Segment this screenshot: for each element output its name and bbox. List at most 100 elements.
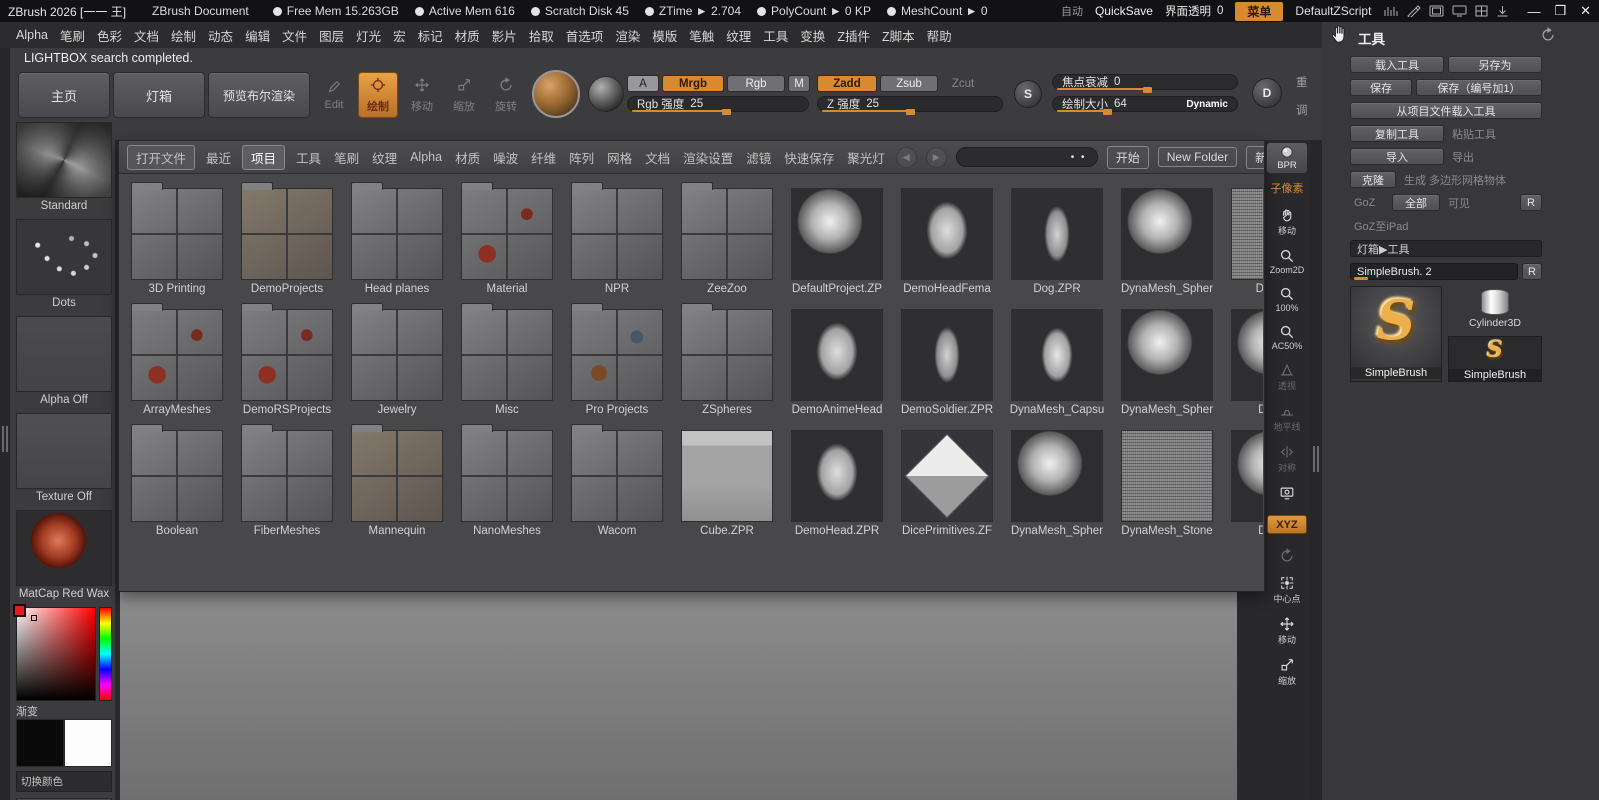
menu-item-帮助[interactable]: 帮助: [921, 23, 958, 48]
secondary-material-sphere[interactable]: [588, 76, 624, 112]
main-color-swatch[interactable]: [16, 719, 64, 767]
save-numbered-button[interactable]: 保存（编号加1）: [1416, 79, 1542, 96]
local-view-button[interactable]: [1265, 482, 1309, 504]
goz-button[interactable]: GoZ: [1350, 194, 1388, 211]
mrgb-mode-button[interactable]: Mrgb: [662, 75, 724, 92]
rgb-mode-button[interactable]: Rgb: [727, 75, 785, 92]
menu-item-纹理[interactable]: 纹理: [720, 23, 757, 48]
lightbox-item[interactable]: DefaultProject.ZP: [785, 181, 889, 302]
ui-transparency-slider[interactable]: 界面透明 0: [1165, 3, 1223, 19]
download-icon[interactable]: [1496, 5, 1509, 17]
clone-button[interactable]: 克隆: [1350, 171, 1396, 188]
secondary-color-swatch[interactable]: [64, 719, 112, 767]
lightbox-item[interactable]: DynaMesh_Capsu: [1005, 302, 1109, 423]
quicksave-button[interactable]: QuickSave: [1095, 4, 1153, 18]
lightbox-to-tool-button[interactable]: 灯箱▶工具: [1350, 240, 1542, 257]
actual-size-button[interactable]: 100%: [1265, 283, 1309, 316]
lightbox-item[interactable]: Jewelry: [345, 302, 449, 423]
lightbox-item[interactable]: DynaMesh_Spher: [1005, 423, 1109, 544]
saturation-value-square[interactable]: [16, 607, 96, 701]
close-button[interactable]: ✕: [1580, 3, 1591, 19]
floor-grid-button[interactable]: 地平线: [1265, 400, 1309, 436]
scale-mode-button[interactable]: 缩放: [444, 72, 484, 118]
lightbox-item[interactable]: DynaMesh_Spher: [1115, 302, 1219, 423]
menu-item-模版[interactable]: 模版: [646, 23, 683, 48]
lightbox-item[interactable]: ZSpheres: [675, 302, 779, 423]
xyz-button[interactable]: XYZ: [1267, 515, 1307, 534]
lightbox-tab-渲染设置[interactable]: 渲染设置: [681, 146, 735, 169]
tool-r-button[interactable]: R: [1522, 263, 1542, 280]
pressure-bars-icon[interactable]: [1383, 5, 1399, 17]
lightbox-item[interactable]: Misc: [455, 302, 559, 423]
lightbox-tab-噪波[interactable]: 噪波: [491, 146, 520, 169]
load-tool-button[interactable]: 载入工具: [1350, 56, 1444, 73]
edit-button[interactable]: Edit: [316, 72, 352, 118]
brush-thumbnail[interactable]: [16, 122, 112, 198]
lightbox-tab-项目[interactable]: 项目: [242, 145, 285, 170]
lightbox-tab-笔刷[interactable]: 笔刷: [332, 146, 361, 169]
symmetry-button[interactable]: 对称: [1265, 441, 1309, 477]
zadd-button[interactable]: Zadd: [817, 75, 877, 92]
new-folder-button[interactable]: New Folder: [1158, 147, 1237, 167]
focal-shift-slider[interactable]: 焦点衰减 0: [1052, 74, 1238, 90]
center-point-button[interactable]: 中心点: [1265, 572, 1309, 608]
scroll-canvas-button[interactable]: 移动: [1265, 204, 1309, 240]
paste-tool-button[interactable]: 粘贴工具: [1448, 125, 1542, 142]
lightbox-item[interactable]: DemoRSProjects: [235, 302, 339, 423]
lightbox-tab-工具[interactable]: 工具: [294, 146, 323, 169]
lightbox-item[interactable]: NPR: [565, 181, 669, 302]
lightbox-item[interactable]: NanoMeshes: [455, 423, 559, 544]
menu-item-宏[interactable]: 宏: [387, 23, 412, 48]
active-tool-thumbnail[interactable]: S SimpleBrush: [1350, 286, 1442, 382]
simplebrush-tool[interactable]: S SimpleBrush: [1448, 336, 1542, 382]
hue-strip[interactable]: [99, 607, 112, 701]
menu-item-文件[interactable]: 文件: [276, 23, 313, 48]
lightbox-tab-滤镜[interactable]: 滤镜: [744, 146, 773, 169]
lightbox-item[interactable]: FiberMeshes: [235, 423, 339, 544]
rgb-intensity-slider[interactable]: Rgb 强度 25: [627, 96, 809, 112]
lightbox-item[interactable]: Cube.ZPR: [675, 423, 779, 544]
lightbox-item[interactable]: DemoSoldier.ZPR: [895, 302, 999, 423]
lightbox-item[interactable]: Boolean: [125, 423, 229, 544]
next-page-icon[interactable]: ▶: [926, 147, 947, 168]
alpha-thumbnail[interactable]: [16, 316, 112, 392]
lightbox-item[interactable]: Wacom: [565, 423, 669, 544]
lightbox-tab-聚光灯[interactable]: 聚光灯: [845, 146, 887, 169]
default-zscript-button[interactable]: DefaultZScript: [1295, 4, 1371, 18]
zoom2d-button[interactable]: Zoom2D: [1265, 245, 1309, 278]
lightbox-tab-纹理[interactable]: 纹理: [370, 146, 399, 169]
alpha-selector[interactable]: Alpha Off: [14, 316, 114, 406]
m-mode-button[interactable]: M: [788, 75, 810, 92]
menu-item-标记[interactable]: 标记: [412, 23, 449, 48]
lightbox-item[interactable]: DynaW: [1225, 302, 1263, 423]
menu-item-拾取[interactable]: 拾取: [523, 23, 560, 48]
texture-thumbnail[interactable]: [16, 413, 112, 489]
load-from-project-button[interactable]: 从项目文件载入工具: [1350, 102, 1542, 119]
lightbox-item[interactable]: 3D Printing: [125, 181, 229, 302]
menu-item-笔触[interactable]: 笔触: [683, 23, 720, 48]
goz-ipad-button[interactable]: GoZ至iPad: [1350, 217, 1542, 234]
lightbox-item[interactable]: ZeeZoo: [675, 181, 779, 302]
bpr-render-button[interactable]: BPR: [1266, 142, 1308, 174]
lightbox-item[interactable]: Mannequin: [345, 423, 449, 544]
menu-item-Z脚本[interactable]: Z脚本: [876, 23, 921, 48]
current-material-sphere[interactable]: [532, 70, 580, 118]
lightbox-item[interactable]: DynaMesh_Spher: [1115, 181, 1219, 302]
minimize-button[interactable]: —: [1527, 4, 1540, 19]
lightbox-item[interactable]: DynaW: [1225, 423, 1263, 544]
stylus-icon[interactable]: [1407, 5, 1421, 17]
lightbox-item[interactable]: DemoHeadFema: [895, 181, 999, 302]
refresh-icon[interactable]: [1540, 27, 1556, 46]
menu-item-色彩[interactable]: 色彩: [91, 23, 128, 48]
lightbox-item[interactable]: DemoProjects: [235, 181, 339, 302]
lightbox-tab-纤维[interactable]: 纤维: [529, 146, 558, 169]
goz-r-button[interactable]: R: [1520, 194, 1542, 211]
display-icon[interactable]: [1452, 5, 1467, 17]
lightbox-tab-文档[interactable]: 文档: [643, 146, 672, 169]
dynamic-d-button[interactable]: D: [1252, 78, 1282, 108]
stroke-selector[interactable]: Dots: [14, 219, 114, 309]
aa-half-button[interactable]: AC50%: [1265, 321, 1309, 354]
menu-item-变换[interactable]: 变换: [794, 23, 831, 48]
material-selector[interactable]: MatCap Red Wax: [14, 510, 114, 600]
menu-item-渲染[interactable]: 渲染: [609, 23, 646, 48]
